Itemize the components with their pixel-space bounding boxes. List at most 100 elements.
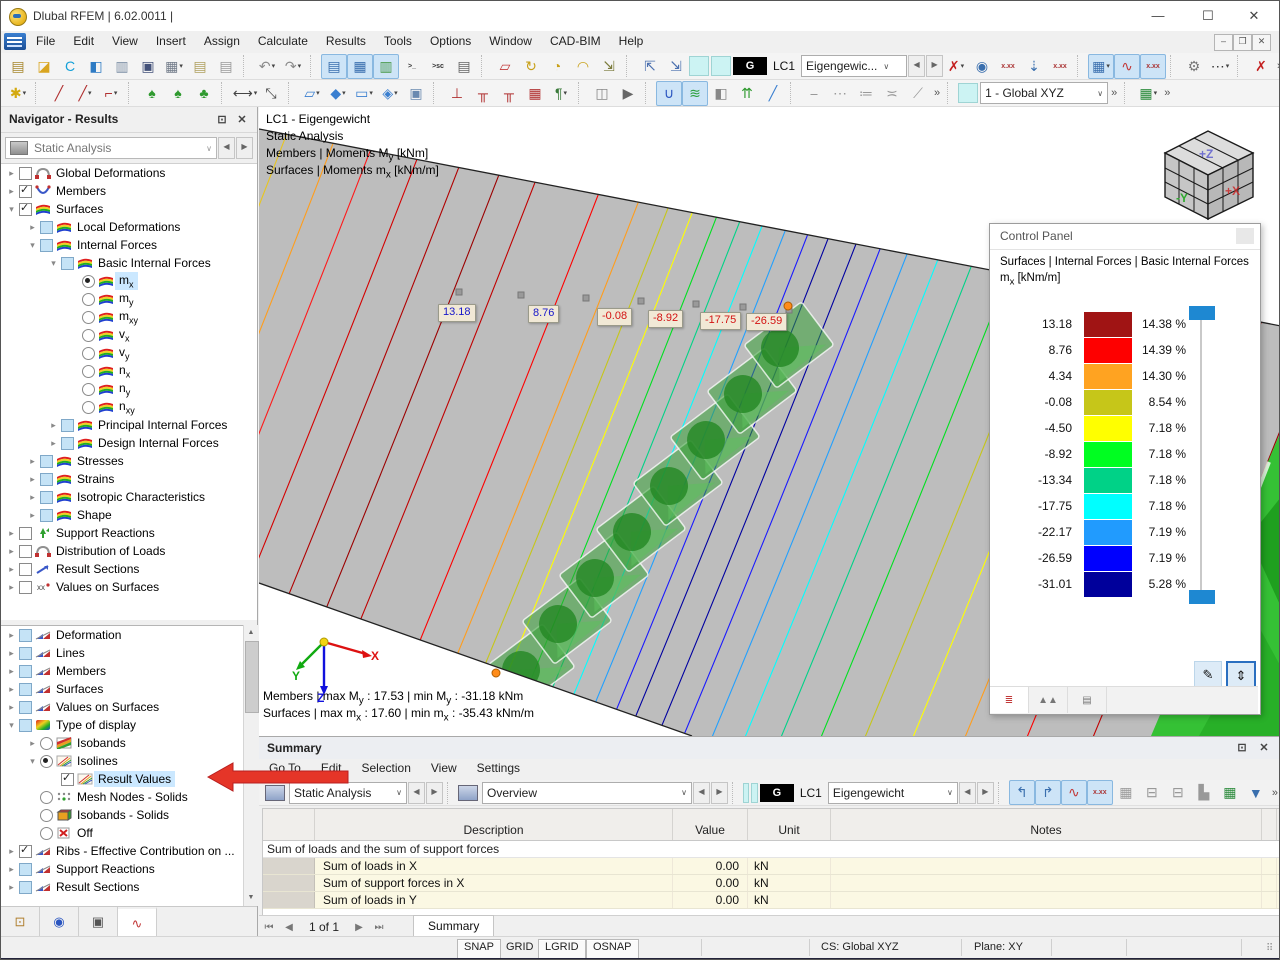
chevron-down-icon[interactable]: ∨ [1097, 89, 1103, 98]
new-line-type-icon[interactable]: ╱▾ [72, 81, 98, 106]
snap-toggle[interactable]: SNAP [457, 939, 501, 959]
radio-button[interactable] [39, 736, 54, 750]
section-red-icon[interactable]: ▱ [492, 54, 518, 79]
table-eye-icon[interactable]: ▦▾ [1088, 54, 1114, 79]
expander-icon[interactable]: ▸ [5, 666, 18, 677]
grid-toggle[interactable]: GRID [499, 939, 541, 959]
next-page-icon[interactable]: ▶ [349, 922, 369, 933]
summary-close-icon[interactable]: ✕ [1255, 739, 1273, 757]
checkbox[interactable] [39, 508, 54, 522]
chevron-down-icon[interactable]: ∨ [206, 144, 212, 153]
display-item-values-on-surfaces[interactable]: ▸Values on Surfaces [1, 698, 257, 716]
prev-button[interactable]: ◀ [408, 782, 425, 804]
maximize-button[interactable]: ☐ [1185, 1, 1231, 30]
expander-icon[interactable]: ▸ [5, 582, 18, 593]
radio-button[interactable] [81, 328, 96, 342]
radio-button[interactable] [81, 310, 96, 324]
display-item-result-sections[interactable]: ▸Result Sections [1, 878, 257, 896]
results-item-local-deformations[interactable]: ▸Local Deformations [1, 218, 257, 236]
show-values-icon[interactable]: ◉ [969, 54, 995, 79]
checkbox[interactable] [18, 646, 33, 660]
model-cube-icon[interactable]: ◧ [83, 54, 109, 79]
checkbox[interactable] [60, 436, 75, 450]
checkbox[interactable] [18, 544, 33, 558]
new-solid-icon[interactable]: ◆▾ [325, 81, 351, 106]
results-item-internal-forces[interactable]: ▾Internal Forces [1, 236, 257, 254]
navigator-float-icon[interactable]: ⊡ [213, 111, 231, 129]
chevron-down-icon[interactable]: ▾ [316, 89, 320, 97]
expander-icon[interactable]: ▸ [5, 630, 18, 641]
checkbox[interactable] [18, 682, 33, 696]
xxx-values-icon[interactable]: x.xx [995, 54, 1021, 79]
redo-icon[interactable]: ↷▾ [280, 54, 306, 79]
diagram-type2-icon[interactable]: ⋯ [827, 81, 853, 106]
toolbar-overflow-icon[interactable]: » [1111, 87, 1117, 99]
last-page-icon[interactable]: ⏭ [369, 922, 389, 933]
menu-tools[interactable]: Tools [375, 31, 421, 51]
insert-above-icon[interactable]: ⇱ [637, 54, 663, 79]
result-xxx-icon[interactable]: x.xx [1087, 780, 1113, 805]
menu-edit[interactable]: Edit [64, 31, 103, 51]
prev-button[interactable]: ◀ [693, 782, 710, 804]
expander-icon[interactable]: ▸ [26, 492, 39, 503]
edit-panel-button[interactable]: ✎ [1194, 661, 1222, 689]
checkbox[interactable] [18, 202, 33, 216]
checkbox[interactable] [18, 526, 33, 540]
chevron-down-icon[interactable]: ∨ [681, 788, 687, 797]
chevron-down-icon[interactable]: ▾ [88, 89, 92, 97]
expander-icon[interactable]: ▸ [5, 564, 18, 575]
results-item-mx[interactable]: mx [1, 272, 257, 290]
open-file-icon[interactable]: ◪ [31, 54, 57, 79]
new-surface-icon[interactable]: ▱▾ [299, 81, 325, 106]
radio-button[interactable] [39, 826, 54, 840]
expander-icon[interactable]: ▾ [5, 204, 18, 215]
new-nurbs-icon[interactable]: ◈▾ [377, 81, 403, 106]
beads-icon[interactable]: ⋯▾ [1207, 54, 1233, 79]
mdi-close-button[interactable]: ✕ [1252, 34, 1271, 51]
support-node-icon[interactable]: ⊥ [444, 81, 470, 106]
table-row[interactable]: Sum of loads in X0.00kN [263, 858, 1279, 875]
new-line-icon[interactable]: ╱ [46, 81, 72, 106]
results-item-nxy[interactable]: nxy [1, 398, 257, 416]
deform-scale-icon[interactable]: ⇈ [734, 81, 760, 106]
expander-icon[interactable]: ▾ [26, 240, 39, 251]
results-item-shape[interactable]: ▸Shape [1, 506, 257, 524]
radio-button[interactable] [81, 382, 96, 396]
menu-options[interactable]: Options [421, 31, 480, 51]
table-doc-icon[interactable]: ▤ [213, 54, 239, 79]
display-item-members[interactable]: ▸Members [1, 662, 257, 680]
expander-icon[interactable]: ▸ [26, 510, 39, 521]
settings-curve-icon[interactable]: ⚙ [1181, 54, 1207, 79]
display-cell-icon[interactable] [751, 783, 757, 803]
checkbox[interactable] [18, 862, 33, 876]
radio-button[interactable] [81, 274, 96, 288]
checkbox[interactable] [39, 220, 54, 234]
dlubal-cloud-icon[interactable]: C [57, 54, 83, 79]
checkbox[interactable] [39, 454, 54, 468]
results-item-values-on-surfaces[interactable]: ▸xxValues on Surfaces [1, 578, 257, 596]
tab-filter[interactable]: ▤ [1068, 687, 1107, 713]
solid-view-icon[interactable]: ◧ [708, 81, 734, 106]
new-polyline-icon[interactable]: ⌐▾ [98, 81, 124, 106]
jump-back-icon[interactable]: ↰ [1009, 780, 1035, 805]
resize-grip[interactable]: ⠿ [1266, 943, 1278, 955]
display-item-ribs-effective-contribution-on[interactable]: ▸Ribs - Effective Contribution on ... [1, 842, 257, 860]
new-truss-icon[interactable]: ♣ [191, 81, 217, 106]
toolbar-overflow-icon[interactable]: » [1164, 87, 1170, 99]
mdi-minimize-button[interactable]: – [1214, 34, 1233, 51]
checkbox[interactable] [39, 238, 54, 252]
scale-slider-track[interactable] [1200, 320, 1202, 590]
summary-menu-settings[interactable]: Settings [467, 759, 530, 777]
new-opening-icon[interactable]: ▭▾ [351, 81, 377, 106]
support-line-icon[interactable]: ╥ [470, 81, 496, 106]
chevron-down-icon[interactable]: ▾ [1154, 89, 1158, 97]
results-item-strains[interactable]: ▸Strains [1, 470, 257, 488]
result-surface-icon[interactable]: ≋ [682, 81, 708, 106]
animation-icon[interactable]: ▶ [615, 81, 641, 106]
expander-icon[interactable]: ▾ [47, 258, 60, 269]
results-item-principal-internal-forces[interactable]: ▸Principal Internal Forces [1, 416, 257, 434]
radio-button[interactable] [39, 790, 54, 804]
save-icon[interactable]: ▣ [135, 54, 161, 79]
chevron-down-icon[interactable]: ∨ [883, 62, 889, 71]
display-item-isobands-solids[interactable]: Isobands - Solids [1, 806, 257, 824]
